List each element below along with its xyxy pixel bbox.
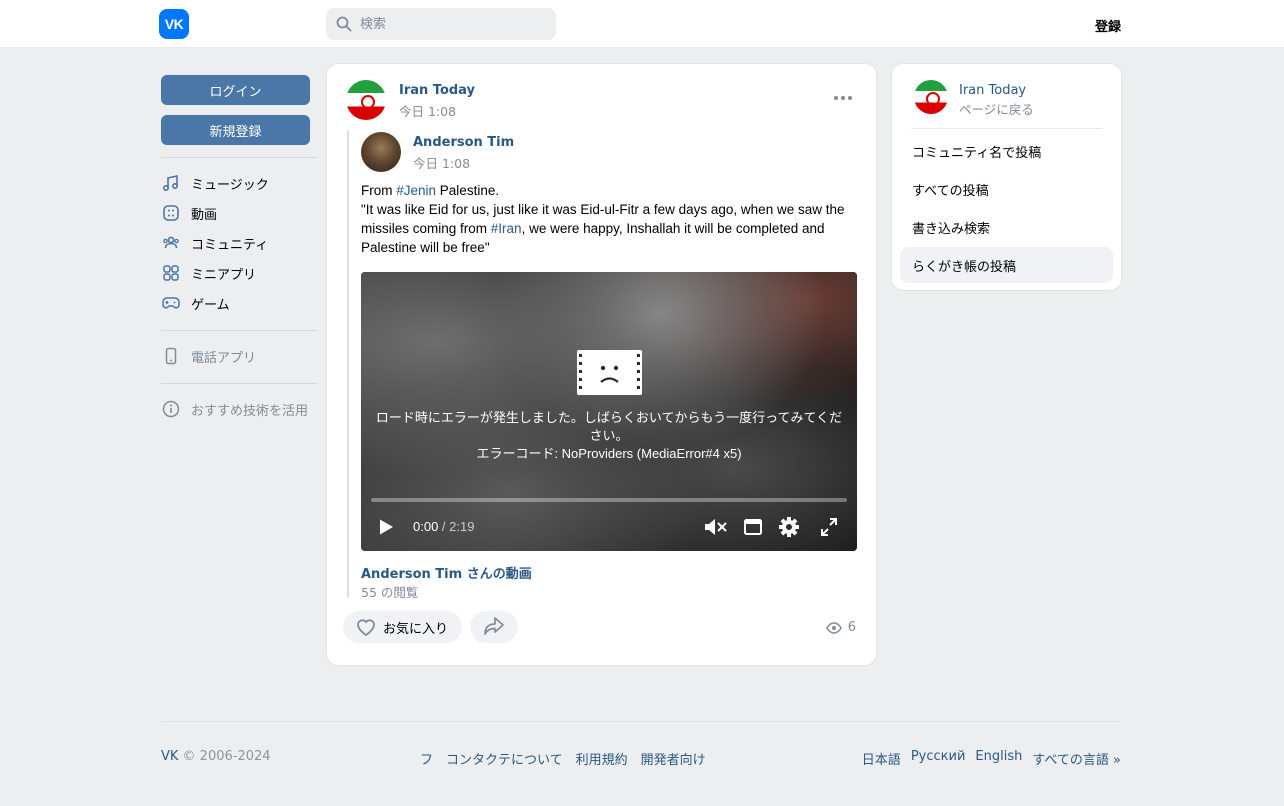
miniplayer-icon[interactable] — [743, 516, 763, 538]
footer-link[interactable]: フ — [420, 749, 433, 768]
more-options-icon[interactable] — [834, 96, 852, 100]
hashtag-jenin[interactable]: #Jenin — [396, 183, 436, 198]
repost-author-avatar[interactable] — [361, 132, 401, 172]
music-icon — [161, 173, 181, 193]
current-time: 0:00 — [413, 519, 439, 534]
login-button[interactable]: ログイン — [161, 75, 310, 105]
repost-bar — [347, 130, 349, 598]
sidebar-item-mini-apps[interactable]: ミニアプリ — [161, 258, 317, 288]
wall-post: Iran Today 今日 1:08 Anderson Tim 今日 1:08 … — [326, 63, 877, 666]
sidebar-item-label: 動画 — [191, 207, 218, 223]
like-button[interactable]: お気に入り — [343, 611, 463, 643]
community-avatar-small[interactable] — [914, 80, 948, 114]
menu-item-all-posts[interactable]: すべての投稿 — [900, 171, 1113, 207]
footer-link-terms[interactable]: 利用規約 — [576, 749, 628, 768]
games-icon — [161, 293, 181, 313]
mini-apps-icon — [161, 263, 181, 283]
eye-icon — [825, 621, 842, 634]
view-count: 6 — [847, 620, 856, 635]
error-text: ロード時にエラーが発生しました。しばらくおいてからもう一度行ってみてください。 — [375, 410, 843, 443]
language-links: 日本語 Русский English すべての言語 » — [862, 749, 1121, 768]
sidebar-item-community[interactable]: コミュニティ — [161, 228, 317, 258]
back-to-page-link[interactable]: ページに戻る — [959, 99, 1034, 118]
hashtag-iran[interactable]: #Iran — [491, 221, 522, 236]
post-views: 6 — [825, 620, 856, 635]
sidebar-item-label: ミニアプリ — [191, 267, 257, 283]
video-icon — [161, 203, 181, 223]
video-progress-bar[interactable] — [371, 498, 847, 502]
copyright-text: © 2006-2024 — [178, 749, 271, 764]
video-error-icon — [577, 350, 642, 395]
sidebar-item-music[interactable]: ミュージック — [161, 168, 317, 198]
community-icon — [161, 233, 181, 253]
right-panel: Iran Today ページに戻る コミュニティ名で投稿 すべての投稿 書き込み… — [891, 63, 1122, 291]
sidebar-item-label: 電話アプリ — [191, 350, 257, 366]
post-text: From #Jenin Palestine. "It was like Eid … — [361, 181, 856, 257]
video-error-message: ロード時にエラーが発生しました。しばらくおいてからもう一度行ってみてください。 … — [371, 409, 847, 463]
sidebar-item-video[interactable]: 動画 — [161, 198, 317, 228]
search-input[interactable] — [360, 16, 540, 32]
sidebar-item-label: ゲーム — [191, 297, 230, 313]
post-author[interactable]: Iran Today — [399, 83, 475, 98]
sidebar-item-games[interactable]: ゲーム — [161, 288, 317, 318]
footer-link-developers[interactable]: 開発者向け — [641, 749, 706, 768]
info-icon — [161, 399, 181, 419]
menu-item-graffiti-posts[interactable]: らくがき帳の投稿 — [900, 247, 1113, 283]
play-icon[interactable] — [377, 518, 395, 536]
video-controls: 0:00 / 2:19 — [361, 512, 857, 542]
vk-logo[interactable]: VK — [159, 9, 189, 39]
sidebar-item-phone-app[interactable]: 電話アプリ — [161, 341, 317, 371]
video-views: 55 の閲覧 — [361, 585, 419, 600]
vk-link[interactable]: VK — [161, 749, 178, 764]
sidebar-divider — [161, 383, 317, 384]
menu-item-community-posts[interactable]: コミュニティ名で投稿 — [900, 133, 1113, 169]
error-code: エラーコード: NoProviders (MediaError#4 x5) — [476, 446, 742, 461]
settings-gear-icon[interactable] — [778, 516, 800, 538]
community-name-link[interactable]: Iran Today — [959, 83, 1026, 98]
sidebar-divider — [161, 330, 317, 331]
search-icon — [336, 16, 352, 32]
search-box[interactable] — [326, 8, 556, 40]
video-time: 0:00 / 2:19 — [413, 519, 474, 534]
register-link[interactable]: 登録 — [1095, 16, 1121, 35]
footer-link-about[interactable]: コンタクテについて — [446, 749, 563, 768]
video-title-link[interactable]: Anderson Tim さんの動画 — [361, 563, 532, 582]
signup-button[interactable]: 新規登録 — [161, 115, 310, 145]
lang-all[interactable]: すべての言語 » — [1032, 749, 1121, 768]
share-icon — [484, 617, 504, 635]
sidebar-item-tech[interactable]: おすすめ技術を活用 — [161, 394, 317, 424]
lang-english[interactable]: English — [975, 749, 1022, 768]
post-time[interactable]: 今日 1:08 — [399, 101, 456, 120]
video-player[interactable]: ロード時にエラーが発生しました。しばらくおいてからもう一度行ってみてください。 … — [361, 272, 857, 551]
heart-icon — [357, 619, 375, 637]
sidebar-item-label: コミュニティ — [191, 237, 269, 253]
share-button[interactable] — [470, 611, 518, 643]
left-sidebar: ログイン 新規登録 ミュージック 動画 コミュニティ ミニアプリ ゲーム 電話ア… — [161, 75, 317, 424]
like-label: お気に入り — [383, 621, 449, 637]
repost-author[interactable]: Anderson Tim — [413, 135, 514, 150]
footer-divider — [161, 721, 1121, 722]
lang-russian[interactable]: Русский — [911, 749, 966, 768]
fullscreen-icon[interactable] — [819, 516, 839, 538]
post-text-segment: Palestine. — [436, 183, 500, 198]
sidebar-divider — [161, 157, 317, 158]
sidebar-item-label: ミュージック — [191, 177, 269, 193]
repost-time[interactable]: 今日 1:08 — [413, 153, 470, 172]
top-header: VK 登録 — [0, 0, 1284, 48]
footer-links: フ コンタクテについて 利用規約 開発者向け — [420, 749, 706, 768]
menu-item-search-posts[interactable]: 書き込み検索 — [900, 209, 1113, 245]
mute-icon[interactable] — [703, 516, 729, 538]
copyright: VK © 2006-2024 — [161, 749, 271, 764]
duration: / 2:19 — [438, 519, 475, 534]
phone-icon — [161, 346, 181, 366]
sidebar-item-label: おすすめ技術を活用 — [191, 403, 309, 419]
post-text-segment: From — [361, 183, 397, 198]
lang-japanese[interactable]: 日本語 — [862, 749, 901, 768]
panel-divider — [911, 128, 1102, 129]
community-avatar[interactable] — [346, 80, 386, 120]
